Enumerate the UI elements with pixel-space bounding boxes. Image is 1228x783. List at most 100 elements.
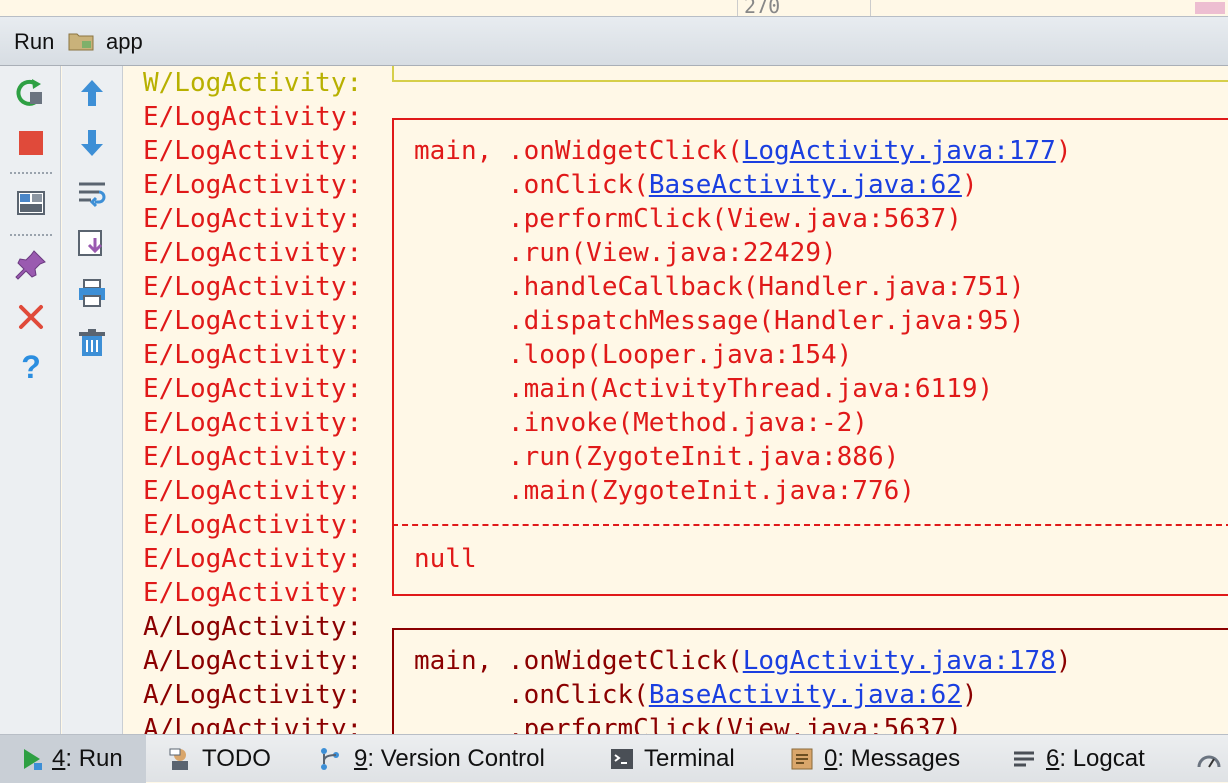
log-tag: E/LogActivity: [143, 306, 363, 336]
log-message: .run(ZygoteInit.java:886) [414, 440, 899, 474]
trash-icon[interactable] [75, 326, 109, 360]
log-text: .onClick( [414, 680, 649, 710]
version-control-icon [321, 748, 339, 770]
tab-vc-label: : Version Control [367, 745, 545, 772]
log-tag: E/LogActivity: [143, 102, 363, 132]
tab-messages-number: 0 [824, 745, 838, 772]
tool-window-bar: 4: Run TODO 9: Version Control Terminal … [0, 734, 1228, 783]
log-tag: E/LogActivity: [143, 408, 363, 438]
tab-terminal-label: Terminal [644, 745, 735, 772]
log-text: .onClick( [414, 170, 649, 200]
log-message: .performClick(View.java:5637) [414, 712, 962, 734]
log-tag: E/LogActivity: [143, 204, 363, 234]
console-output[interactable]: W/LogActivity: E/LogActivity: E/LogActivit… [123, 66, 1228, 734]
log-message: main, .onWidgetClick(LogActivity.java:17… [414, 134, 1071, 168]
tab-messages[interactable]: 0: Messages [790, 735, 990, 783]
tab-logcat[interactable]: 6: Logcat [1012, 735, 1172, 783]
source-link[interactable]: LogActivity.java:178 [743, 646, 1056, 676]
log-tag: E/LogActivity: [143, 578, 363, 608]
module-folder-icon [68, 33, 94, 51]
error-log-divider [392, 524, 1228, 526]
restore-layout-icon[interactable] [14, 186, 48, 220]
log-text: main, .onWidgetClick( [414, 136, 743, 166]
log-text: null [414, 544, 477, 574]
log-text-suffix: ) [1055, 646, 1072, 676]
pin-icon[interactable] [14, 248, 48, 282]
toolbar-separator [10, 172, 52, 174]
log-tag: E/LogActivity: [143, 476, 363, 506]
print-icon[interactable] [75, 276, 109, 310]
log-tag: E/LogActivity: [143, 170, 363, 200]
log-text: .performClick(View.java:5637) [414, 714, 962, 734]
scroll-to-end-icon[interactable] [75, 226, 109, 260]
editor-highlight [1195, 2, 1225, 14]
log-tag: A/LogActivity: [143, 612, 363, 642]
log-message: .handleCallback(Handler.java:751) [414, 270, 1025, 304]
source-link[interactable]: BaseActivity.java:62 [649, 680, 962, 710]
console-actions-toolbar [62, 66, 123, 734]
log-text: main, .onWidgetClick( [414, 646, 743, 676]
log-tag: A/LogActivity: [143, 680, 363, 710]
editor-divider [870, 0, 871, 16]
log-text: .handleCallback(Handler.java:751) [414, 272, 1025, 302]
help-icon[interactable]: ? [14, 350, 48, 384]
tab-todo-label: TODO [202, 745, 271, 772]
log-message: .loop(Looper.java:154) [414, 338, 852, 372]
rerun-icon[interactable] [14, 76, 48, 110]
tab-messages-label: : Messages [837, 745, 961, 772]
run-icon [24, 749, 42, 770]
log-text: .run(ZygoteInit.java:886) [414, 442, 900, 472]
arrow-up-icon[interactable] [75, 76, 109, 110]
tab-version-control[interactable]: 9: Version Control [318, 735, 588, 783]
memory-indicator-icon[interactable] [1196, 747, 1222, 771]
source-link[interactable]: LogActivity.java:177 [743, 136, 1056, 166]
log-text: .run(View.java:22429) [414, 238, 837, 268]
run-actions-toolbar: ? [0, 66, 61, 734]
log-message: null [414, 542, 477, 576]
source-link[interactable]: BaseActivity.java:62 [649, 170, 962, 200]
tab-run-label: : Run [65, 745, 123, 772]
tab-vc-number: 9 [354, 745, 368, 772]
svg-text:?: ? [21, 350, 41, 384]
log-tag: E/LogActivity: [143, 136, 363, 166]
log-text: .main(ActivityThread.java:6119) [414, 374, 994, 404]
tab-terminal[interactable]: Terminal [608, 735, 768, 783]
log-message: .main(ActivityThread.java:6119) [414, 372, 993, 406]
log-tag: E/LogActivity: [143, 238, 363, 268]
log-text: .loop(Looper.java:154) [414, 340, 853, 370]
toolbar-separator [10, 234, 52, 236]
close-icon[interactable] [14, 300, 48, 334]
log-message: .run(View.java:22429) [414, 236, 837, 270]
log-text: .main(ZygoteInit.java:776) [414, 476, 915, 506]
log-message: .onClick(BaseActivity.java:62) [414, 168, 978, 202]
log-text: .performClick(View.java:5637) [414, 204, 962, 234]
log-text-suffix: ) [961, 170, 978, 200]
line-number: 270 [744, 0, 781, 16]
log-text-suffix: ) [961, 680, 978, 710]
log-tag: E/LogActivity: [143, 340, 363, 370]
messages-icon [791, 748, 813, 770]
editor-strip: 270 [0, 0, 1228, 16]
arrow-down-icon[interactable] [75, 126, 109, 160]
log-tag: E/LogActivity: [143, 510, 363, 540]
tab-run[interactable]: 4: Run [0, 735, 146, 783]
log-tag: E/LogActivity: [143, 374, 363, 404]
warn-log-box [392, 66, 1228, 82]
log-tag: E/LogActivity: [143, 544, 363, 574]
log-tag: A/LogActivity: [143, 714, 363, 734]
tab-run-number: 4 [52, 745, 66, 772]
log-message: .performClick(View.java:5637) [414, 202, 962, 236]
stop-icon[interactable] [14, 126, 48, 160]
log-tag: E/LogActivity: [143, 442, 363, 472]
log-message: .dispatchMessage(Handler.java:95) [414, 304, 1025, 338]
soft-wrap-icon[interactable] [75, 176, 109, 210]
log-text-suffix: ) [1055, 136, 1072, 166]
run-panel-header: Run app [0, 16, 1228, 66]
run-config-name[interactable]: app [106, 29, 143, 55]
todo-icon [169, 748, 188, 770]
log-tag: E/LogActivity: [143, 272, 363, 302]
panel-title: Run [14, 29, 55, 54]
tab-todo[interactable]: TODO [162, 735, 292, 783]
log-message: .main(ZygoteInit.java:776) [414, 474, 915, 508]
log-tag: A/LogActivity: [143, 646, 363, 676]
